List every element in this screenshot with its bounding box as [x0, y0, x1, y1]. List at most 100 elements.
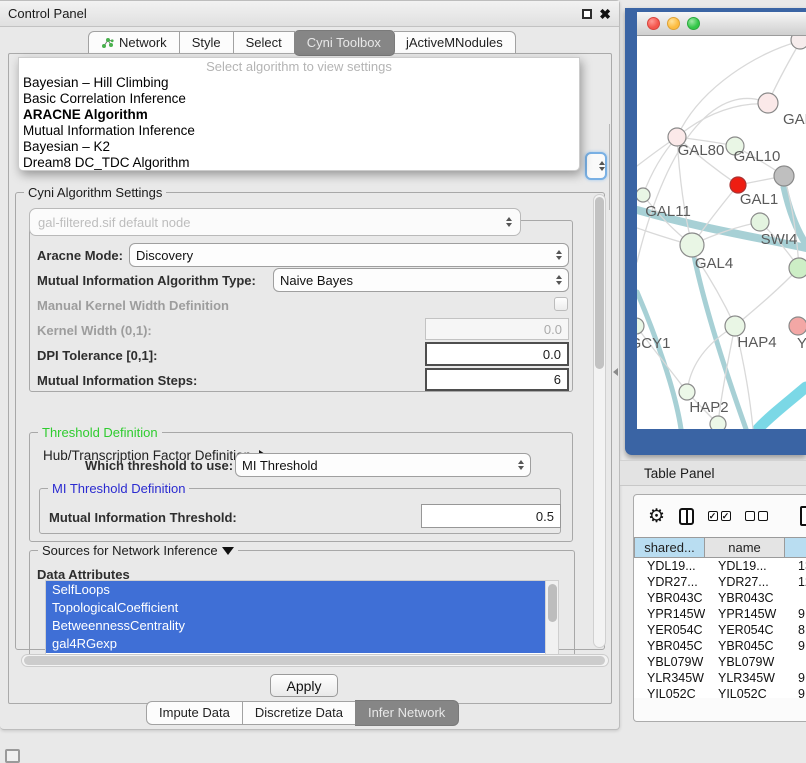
network-node[interactable] [679, 384, 695, 400]
which-threshold-combo[interactable]: MI Threshold [235, 453, 531, 477]
float-window-icon[interactable] [582, 9, 592, 19]
panel-divider-grip[interactable] [613, 368, 618, 376]
attribute-item-betweennesscentrality[interactable]: BetweennessCentrality [46, 617, 545, 635]
network-node[interactable] [637, 188, 650, 202]
table-cell[interactable] [785, 654, 806, 670]
tab-network[interactable]: Network [88, 31, 180, 55]
network-node[interactable] [751, 213, 769, 231]
mi-threshold-field[interactable]: 0.5 [421, 504, 561, 528]
table-cell[interactable] [785, 590, 806, 606]
mi-steps-field[interactable]: 6 [425, 368, 569, 391]
table-cell[interactable]: 9. [785, 670, 806, 686]
dpi-tolerance-field[interactable]: 0.0 [425, 342, 569, 366]
table-cell[interactable]: YLR345W [634, 670, 705, 686]
split-panel-icon[interactable] [679, 508, 694, 525]
control-panel-titlebar[interactable]: Control Panel ✖ [0, 1, 619, 27]
table-cell[interactable]: YBR043C [634, 590, 705, 606]
table-cell[interactable]: 9. [785, 638, 806, 654]
tab-discretize-data[interactable]: Discretize Data [243, 701, 356, 725]
network-node[interactable] [789, 317, 806, 335]
table-cell[interactable]: YBR045C [634, 638, 705, 654]
table-cell[interactable]: 13 [785, 558, 806, 574]
attribute-item-selfloops[interactable]: SelfLoops [46, 581, 545, 599]
minimize-traffic-light-icon[interactable] [667, 17, 680, 30]
table-cell[interactable]: 12 [785, 574, 806, 590]
manual-kernel-checkbox[interactable] [554, 297, 568, 311]
network-node[interactable] [774, 166, 794, 186]
network-edge[interactable] [637, 292, 681, 429]
network-node[interactable] [791, 36, 806, 49]
network-node[interactable] [789, 258, 806, 278]
network-window-titlebar[interactable] [637, 12, 806, 36]
tab-jactivemnodules[interactable]: jActiveMNodules [394, 31, 516, 55]
table-cell[interactable]: YDL19... [705, 558, 785, 574]
table-cell[interactable]: YBL079W [705, 654, 785, 670]
network-canvas[interactable]: GALGAL80GAL10GAL1GAL11SWI4GAL4GCY1HAP4YH… [637, 36, 806, 429]
algorithm-option-aracne-algorithm[interactable]: ARACNE Algorithm [19, 107, 579, 123]
table-cell[interactable]: YER054C [634, 622, 705, 638]
table-row[interactable]: YIL052CYIL052C9 [634, 686, 806, 698]
tab-infer-network[interactable]: Infer Network [355, 700, 459, 726]
table-row[interactable]: YLR345WYLR345W9. [634, 670, 806, 686]
column-header-hidden[interactable] [785, 537, 806, 558]
table-cell[interactable]: YIL052C [705, 686, 785, 698]
algorithm-option-bayesian-hill-climbing[interactable]: Bayesian – Hill Climbing [19, 75, 579, 91]
close-traffic-light-icon[interactable] [647, 17, 660, 30]
table-cell[interactable]: YBR045C [705, 638, 785, 654]
attribute-item-topologicalcoefficient[interactable]: TopologicalCoefficient [46, 599, 545, 617]
tab-cyni-toolbox[interactable]: Cyni Toolbox [294, 30, 395, 56]
network-node[interactable] [725, 316, 745, 336]
table-cell[interactable]: YLR345W [705, 670, 785, 686]
zoom-traffic-light-icon[interactable] [687, 17, 700, 30]
sources-legend[interactable]: Sources for Network Inference [38, 543, 238, 558]
dock-panel-icon[interactable] [5, 749, 20, 763]
aracne-mode-combo[interactable]: Discovery [129, 243, 569, 267]
column-header-shared[interactable]: shared... [634, 537, 705, 558]
table-cell[interactable]: 8. [785, 622, 806, 638]
scrollbar-thumb[interactable] [24, 656, 605, 665]
data-attributes-list[interactable]: SelfLoopsTopologicalCoefficientBetweenne… [45, 580, 559, 656]
table-row[interactable]: YPR145WYPR145W9. [634, 606, 806, 622]
settings-horizontal-scrollbar[interactable] [21, 654, 609, 667]
table-row[interactable]: YBL079WYBL079W [634, 654, 806, 670]
column-header-name[interactable]: name [705, 537, 785, 558]
algorithm-combo-arrow-button[interactable] [585, 152, 607, 180]
network-attribute-combo[interactable]: gal-filtered.sif default node [29, 208, 521, 236]
list-vertical-scrollbar[interactable] [545, 581, 558, 655]
tab-select[interactable]: Select [234, 31, 295, 55]
table-cell[interactable]: YDL19... [634, 558, 705, 574]
close-icon[interactable]: ✖ [599, 9, 611, 19]
table-cell[interactable]: YDR27... [634, 574, 705, 590]
algorithm-option-bayesian-k2[interactable]: Bayesian – K2 [19, 139, 579, 155]
network-node[interactable] [637, 318, 644, 334]
table-cell[interactable]: 9. [785, 606, 806, 622]
deselect-all-icon[interactable] [745, 511, 768, 521]
table-cell[interactable]: YDR27... [705, 574, 785, 590]
attribute-item-gal4rgexp[interactable]: gal4RGexp [46, 635, 545, 653]
network-edge[interactable] [758, 387, 806, 429]
table-cell[interactable]: YER054C [705, 622, 785, 638]
table-cell[interactable]: 9 [785, 686, 806, 698]
network-node[interactable] [710, 416, 726, 429]
network-edge[interactable] [677, 104, 768, 137]
table-row[interactable]: YBR043CYBR043C [634, 590, 806, 606]
document-icon[interactable] [800, 506, 806, 526]
algorithm-option-basic-correlation-inference[interactable]: Basic Correlation Inference [19, 91, 579, 107]
scrollbar-thumb[interactable] [595, 197, 604, 369]
network-edge[interactable] [677, 42, 797, 137]
settings-vertical-scrollbar[interactable] [593, 194, 606, 648]
algorithm-option-dream8-dc-tdc-algorithm[interactable]: Dream8 DC_TDC Algorithm [19, 155, 579, 171]
gear-icon[interactable]: ⚙ [648, 507, 665, 526]
table-cell[interactable]: YPR145W [634, 606, 705, 622]
network-edge[interactable] [643, 137, 677, 195]
scrollbar-thumb[interactable] [548, 584, 557, 622]
network-edge[interactable] [735, 268, 799, 326]
table-cell[interactable]: YIL052C [634, 686, 705, 698]
mi-type-combo[interactable]: Naive Bayes [273, 268, 569, 292]
table-row[interactable]: YDL19...YDL19...13 [634, 558, 806, 574]
network-node[interactable] [680, 233, 704, 257]
table-cell[interactable]: YBL079W [634, 654, 705, 670]
algorithm-option-mutual-information-inference[interactable]: Mutual Information Inference [19, 123, 579, 139]
table-cell[interactable]: YBR043C [705, 590, 785, 606]
tab-style[interactable]: Style [180, 31, 234, 55]
